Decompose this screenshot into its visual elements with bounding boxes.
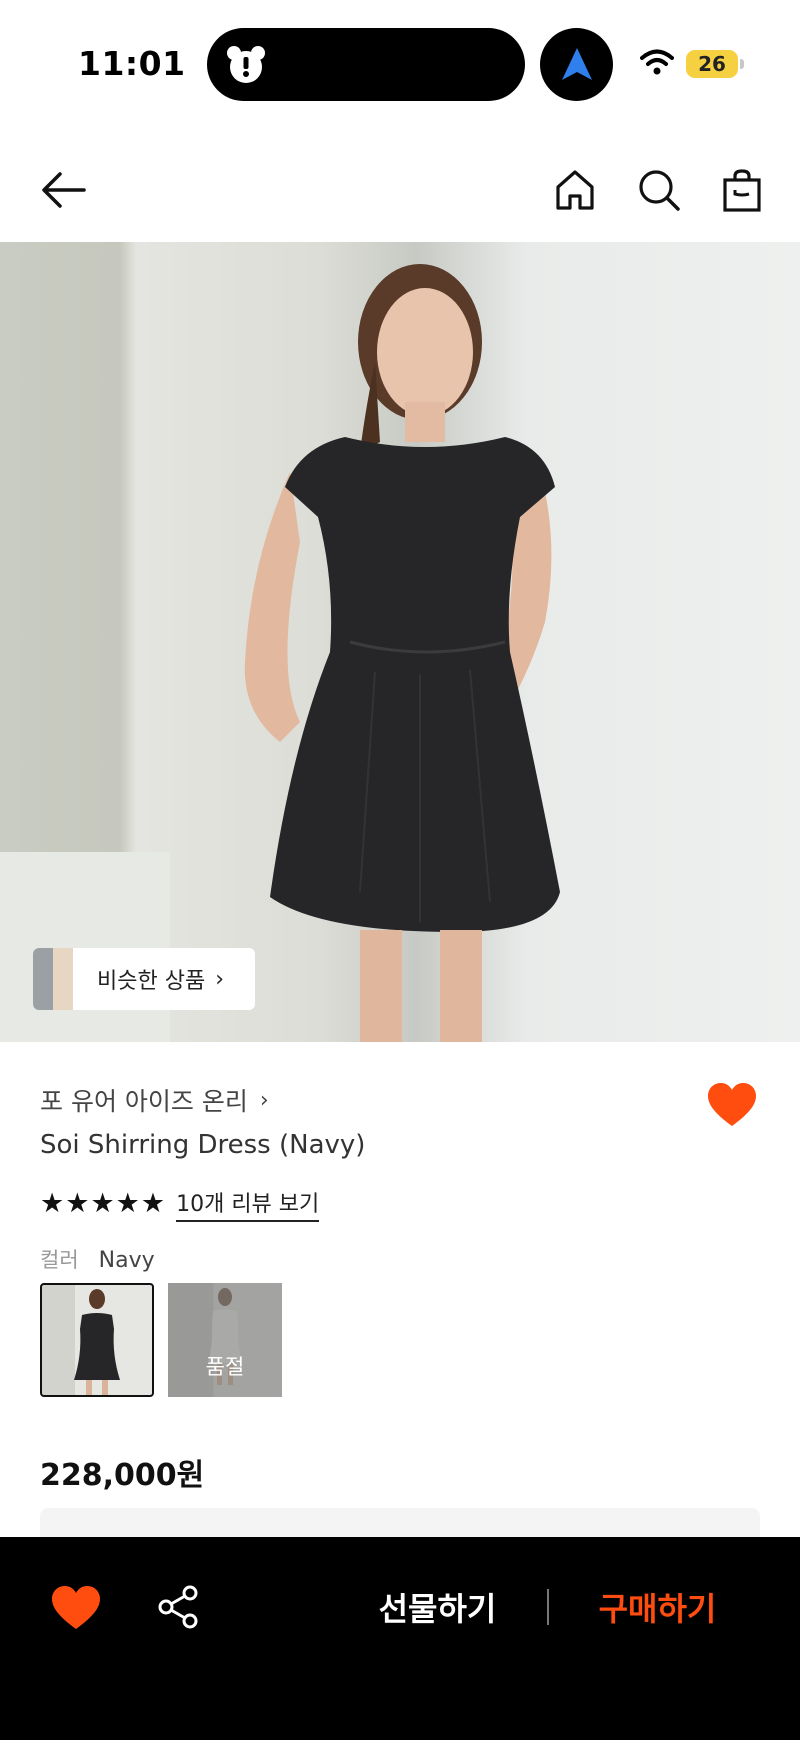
color-row: 컬러 Navy <box>40 1244 155 1274</box>
swatch-navy-image <box>74 1289 120 1395</box>
battery-cap <box>740 59 744 69</box>
wifi-icon <box>640 49 674 75</box>
back-arrow-icon <box>42 172 86 208</box>
shopping-bag-icon <box>723 169 761 212</box>
dynamic-island-app-icon <box>227 46 265 83</box>
gift-button[interactable]: 선물하기 <box>360 1581 515 1637</box>
color-value: Navy <box>98 1248 155 1273</box>
brand-link[interactable]: 포 유어 아이즈 온리 › <box>40 1082 269 1118</box>
star-icon: ★ <box>140 1188 166 1219</box>
search-button[interactable] <box>631 162 687 218</box>
cart-button[interactable] <box>714 162 770 218</box>
app-header <box>0 140 800 240</box>
brand-name: 포 유어 아이즈 온리 <box>40 1087 248 1116</box>
divider <box>547 1589 549 1625</box>
navigation-pill[interactable] <box>540 28 613 101</box>
star-icon: ★ <box>40 1188 65 1219</box>
star-icon: ★ <box>90 1188 115 1219</box>
color-label: 컬러 <box>40 1248 79 1272</box>
back-button[interactable] <box>36 162 92 218</box>
home-icon <box>556 170 594 210</box>
home-button[interactable] <box>547 162 603 218</box>
similar-product-thumbnail <box>33 948 73 1010</box>
similar-products-button[interactable]: 비슷한 상품 › <box>33 948 255 1010</box>
color-swatch-soldout[interactable]: 품절 <box>168 1283 282 1397</box>
model-photo <box>244 264 560 1042</box>
review-link[interactable]: 10개 리뷰 보기 <box>176 1186 320 1222</box>
star-icon: ★ <box>65 1188 90 1219</box>
bottom-action-bar: 선물하기 구매하기 <box>0 1537 800 1740</box>
soldout-label: 품절 <box>205 1355 245 1379</box>
heart-icon[interactable] <box>50 1583 102 1635</box>
product-title: Soi Shirring Dress (Navy) <box>40 1130 366 1160</box>
product-image[interactable]: 비슷한 상품 › <box>0 242 800 1042</box>
navigation-arrow-icon <box>562 48 592 80</box>
heart-icon[interactable] <box>706 1080 758 1132</box>
star-icon: ★ <box>115 1188 140 1219</box>
chevron-right-icon: › <box>215 966 225 992</box>
status-bar: 11:01 26 <box>0 0 800 130</box>
search-icon <box>639 170 680 211</box>
status-time: 11:01 <box>78 44 186 83</box>
color-swatch-navy[interactable] <box>40 1283 154 1397</box>
buy-button[interactable]: 구매하기 <box>580 1581 735 1637</box>
rating-row: ★ ★ ★ ★ ★ 10개 리뷰 보기 <box>40 1186 320 1222</box>
share-icon[interactable] <box>156 1585 200 1629</box>
product-price: 228,000원 <box>40 1458 205 1493</box>
similar-products-label: 비슷한 상품 <box>97 969 206 994</box>
dynamic-island[interactable] <box>207 28 525 101</box>
battery-icon: 26 <box>686 50 738 78</box>
chevron-right-icon: › <box>259 1087 269 1113</box>
